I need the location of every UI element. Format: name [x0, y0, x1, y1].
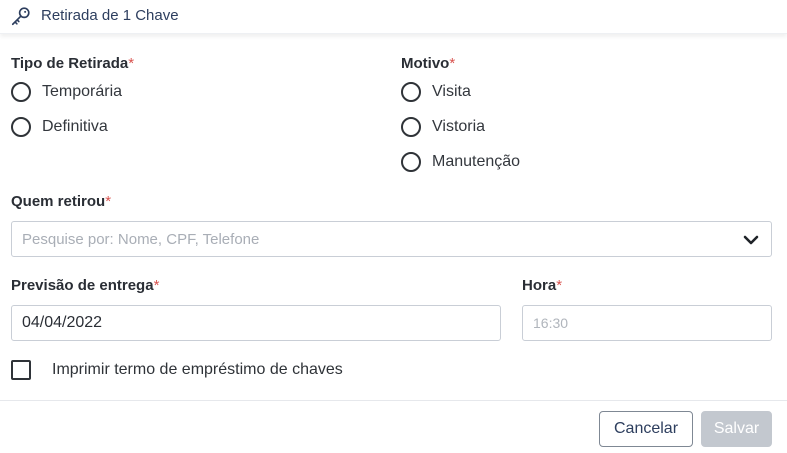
motivo-label-text: Motivo [401, 55, 450, 72]
radio-definitiva-label: Definitiva [42, 118, 108, 135]
dialog-title: Retirada de 1 Chave [41, 7, 179, 24]
required-mark: * [556, 277, 563, 294]
radio-manutencao-label: Manutenção [432, 153, 521, 170]
quem-retirou-label: Quem retirou* [11, 193, 111, 210]
radio-circle[interactable] [401, 152, 421, 172]
radio-temporaria[interactable]: Temporária [11, 82, 122, 102]
key-icon [11, 7, 30, 26]
hora-placeholder: 16:30 [533, 315, 569, 331]
radio-vistoria-label: Vistoria [432, 118, 486, 135]
radio-visita[interactable]: Visita [401, 82, 471, 102]
checkbox-box[interactable] [11, 360, 31, 380]
hora-input[interactable]: 16:30 [522, 305, 772, 341]
radio-circle[interactable] [401, 117, 421, 137]
footer-divider [0, 400, 787, 401]
required-mark: * [449, 55, 456, 72]
radio-definitiva[interactable]: Definitiva [11, 117, 108, 137]
hora-label: Hora* [522, 277, 562, 294]
radio-circle[interactable] [11, 117, 31, 137]
previsao-entrega-label: Previsão de entrega* [11, 277, 159, 294]
save-button[interactable]: Salvar [701, 411, 772, 447]
required-mark: * [128, 55, 135, 72]
previsao-entrega-label-text: Previsão de entrega [11, 277, 154, 294]
previsao-entrega-value: 04/04/2022 [22, 314, 103, 331]
radio-circle[interactable] [401, 82, 421, 102]
radio-visita-label: Visita [432, 83, 471, 100]
radio-circle[interactable] [11, 82, 31, 102]
cancel-button[interactable]: Cancelar [599, 411, 693, 447]
imprimir-termo-checkbox[interactable]: Imprimir termo de empréstimo de chaves [11, 360, 343, 380]
required-mark: * [105, 193, 112, 210]
radio-temporaria-label: Temporária [42, 83, 123, 100]
chevron-down-icon[interactable] [743, 233, 759, 247]
radio-manutencao[interactable]: Manutenção [401, 152, 520, 172]
motivo-label: Motivo* [401, 55, 455, 72]
quem-retirou-select[interactable]: Pesquise por: Nome, CPF, Telefone [11, 221, 772, 257]
quem-retirou-label-text: Quem retirou [11, 193, 106, 210]
radio-vistoria[interactable]: Vistoria [401, 117, 485, 137]
tipo-retirada-label: Tipo de Retirada* [11, 55, 134, 72]
previsao-entrega-input[interactable]: 04/04/2022 [11, 305, 501, 341]
hora-label-text: Hora [522, 277, 557, 294]
tipo-retirada-label-text: Tipo de Retirada [11, 55, 129, 72]
imprimir-termo-label: Imprimir termo de empréstimo de chaves [52, 361, 343, 378]
dialog-header: Retirada de 1 Chave [0, 0, 787, 34]
quem-retirou-placeholder: Pesquise por: Nome, CPF, Telefone [22, 231, 260, 248]
required-mark: * [153, 277, 160, 294]
